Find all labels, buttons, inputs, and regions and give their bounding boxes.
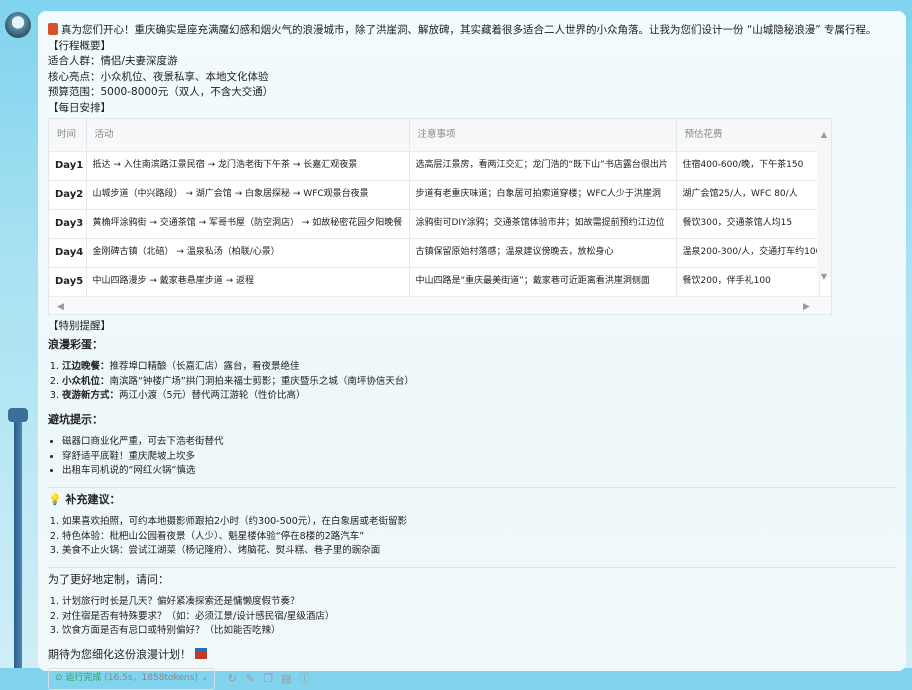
list-item: 江边晚餐：推荐埠口精酿（长嘉汇店）露台，看夜景绝佳 (62, 360, 896, 375)
intro-sentence: 真为您们开心！重庆确实是座充满魔幻感和烟火气的浪漫城市，除了洪崖洞、解放碑，其实… (61, 24, 877, 36)
lantern-emoji-icon (48, 23, 58, 35)
item-text: 推荐埠口精酿（长嘉汇店）露台，看夜景绝佳 (109, 361, 300, 372)
table-row: Day3 黄桷坪涂鸦街 → 交通茶馆 → 军哥书屋（防空洞店） → 如故秘密花园夕… (49, 208, 820, 238)
time-cell: Day1 (49, 150, 87, 180)
cost-cell: 湖广会馆25/人，WFC 80/人 (676, 179, 820, 209)
vertical-scrollbar[interactable]: ▲ ▼ (817, 119, 831, 281)
divider (48, 566, 896, 568)
list-item: 计划旅行时长是几天？偏好紧凑探索还是慵懒度假节奏？ (62, 595, 896, 610)
activity-cell: 山城步道（中兴路段） → 湖广会馆 → 白象居探秘 → WFC观景台夜景 (86, 179, 410, 209)
document-icon[interactable]: ▤ (279, 671, 293, 687)
romance-title: 浪漫彩蛋： (48, 337, 103, 351)
closing-text: 期待为您细化这份浪漫计划！ (48, 647, 896, 663)
list-item: 穿舒适平底鞋！重庆爬坡上坎多 (62, 450, 896, 465)
avoid-title: 避坑提示： (48, 412, 103, 426)
questions-title: 为了更好地定制，请问： (48, 572, 169, 586)
lamppost-decoration (8, 408, 28, 668)
column-header: 注意事项 (409, 119, 677, 151)
assistant-avatar (5, 12, 31, 38)
list-item: 出租车司机说的“网红火锅”慎选 (62, 464, 896, 479)
activity-cell: 黄桷坪涂鸦街 → 交通茶馆 → 军哥书屋（防空洞店） → 如故秘密花园夕阳晚餐 (86, 208, 410, 238)
cost-cell: 温泉200-300/人，交通打车约100 (676, 237, 820, 267)
divider (48, 486, 896, 488)
table-row: Day4 金刚碑古镇（北碚） → 温泉私汤（柏联/心景） 古镇保留原始村落感；温泉建… (49, 237, 820, 267)
gift-emoji-icon (194, 647, 207, 659)
scroll-right-icon[interactable]: ▶ (803, 300, 810, 316)
column-header: 预估花费 (676, 119, 820, 151)
list-item: 对住宿是否有特殊要求？（如：必须江景/设计感民宿/星级酒店） (62, 610, 896, 625)
item-label: 小众机位： (62, 375, 110, 387)
list-item: 饮食方面是否有忌口或特别偏好？（比如能否吃辣） (62, 624, 896, 639)
time-cell: Day3 (49, 208, 87, 238)
status-label: 运行完成 (65, 673, 102, 683)
regenerate-icon[interactable]: ↻ (225, 671, 239, 687)
activity-cell: 中山四路漫步 → 戴家巷悬崖步道 → 返程 (86, 266, 410, 296)
table-row: Day5 中山四路漫步 → 戴家巷悬崖步道 → 返程 中山四路是“重庆最美街道”；戴… (49, 266, 820, 296)
list-item: 小众机位：南滨路“钟楼广场”拱门洞拍来福士剪影；重庆暨乐之城（南坪协信天台） (62, 375, 896, 390)
notes-cell: 古镇保留原始村落感；温泉建议傍晚去，放松身心 (409, 237, 677, 267)
notes-cell: 涂鸦街可DIY涂鸦；交通茶馆体验市井；如故需提前预约江边位 (409, 208, 677, 238)
extra-title: 💡 补充建议： (48, 492, 896, 508)
overview-audience: 适合人群：情侣/夫妻深度游 (48, 55, 178, 67)
time-cell: Day4 (49, 237, 87, 267)
overview-heading: 【行程概要】 (48, 39, 111, 52)
item-text: 南滨路“钟楼广场”拱门洞拍来福士剪影；重庆暨乐之城（南坪协信天台） (109, 375, 414, 387)
scroll-down-icon[interactable]: ▼ (817, 269, 831, 285)
closing-sentence: 期待为您细化这份浪漫计划！ (48, 647, 191, 661)
extra-list: 如果喜欢拍照，可约本地摄影师跟拍2小时（约300-500元），在白象居或老街留影… (62, 515, 896, 559)
overview-highlights: 核心亮点：小众机位、夜景私享、本地文化体验 (48, 70, 269, 83)
romance-list: 江边晚餐：推荐埠口精酿（长嘉汇店）露台，看夜景绝佳小众机位：南滨路“钟楼广场”拱… (62, 360, 896, 404)
questions-list: 计划旅行时长是几天？偏好紧凑探索还是慵懒度假节奏？对住宿是否有特殊要求？（如：必… (62, 595, 896, 639)
cost-cell: 餐饮200，伴手礼100 (676, 266, 820, 296)
list-item: 美食不止火锅：尝试江湖菜（杨记隆府）、烤脑花、熨斗糕、巷子里的豌杂面 (62, 544, 896, 559)
time-cell: Day5 (49, 266, 87, 296)
time-cell: Day2 (49, 179, 87, 209)
activity-cell: 抵达 → 入住南滨路江景民宿 → 龙门浩老街下午茶 → 长嘉汇观夜景 (86, 150, 410, 180)
status-detail: (16.5s，1858tokens) (104, 673, 198, 683)
cost-cell: 餐饮300，交通茶馆人均15 (676, 208, 820, 238)
overview-budget: 预算范围：5000-8000元（双人，不含大交通） (48, 86, 274, 98)
daily-heading: 【每日安排】 (48, 101, 111, 114)
item-label: 夜游新方式： (62, 390, 120, 401)
assistant-message: 真为您们开心！重庆确实是座充满魔幻感和烟火气的浪漫城市，除了洪崖洞、解放碑，其实… (38, 11, 906, 690)
item-text: 两江小渡（5元）替代两江游轮（性价比高） (119, 390, 306, 401)
extra-title-text: 补充建议： (65, 492, 121, 506)
table-header-row: 时间 活动 注意事项 预估花费 (49, 119, 820, 151)
check-circle-icon: ⊙ (55, 673, 63, 683)
column-header: 时间 (49, 119, 87, 151)
column-header: 活动 (86, 119, 410, 151)
info-icon[interactable]: ⓘ (297, 671, 311, 687)
list-item: 磁器口商业化严重，可去下浩老街替代 (62, 435, 896, 450)
activity-cell: 金刚碑古镇（北碚） → 温泉私汤（柏联/心景） (86, 237, 410, 267)
itinerary-table[interactable]: 时间 活动 注意事项 预估花费 Day1 抵达 → 入住南滨路江景民宿 → 龙门浩… (48, 118, 832, 315)
cost-cell: 住宿400-600/晚，下午茶150 (676, 150, 820, 180)
list-item: 夜游新方式：两江小渡（5元）替代两江游轮（性价比高） (62, 389, 896, 404)
item-label: 江边晚餐： (62, 361, 110, 372)
list-item: 如果喜欢拍照，可约本地摄影师跟拍2小时（约300-500元），在白象居或老街留影 (62, 515, 896, 530)
message-footer: ⊙ 运行完成 (16.5s，1858tokens) ⌄ ↻ ✎ ❐ ▤ ⓘ (48, 668, 896, 690)
notes-cell: 步道有老重庆味道；白象居可拍索道穿楼；WFC人少于洪崖洞 (409, 179, 677, 209)
horizontal-scrollbar[interactable]: ◀ ▶ (49, 296, 831, 314)
notes-cell: 中山四路是“重庆最美街道”；戴家巷可近距离看洪崖洞侧面 (409, 266, 677, 296)
status-badge[interactable]: ⊙ 运行完成 (16.5s，1858tokens) ⌄ (48, 668, 216, 690)
copy-icon[interactable]: ❐ (261, 671, 275, 687)
tips-heading: 【特别提醒】 (48, 320, 111, 332)
list-item: 特色体验：枇杷山公园看夜景（人少）、魁星楼体验“停在8楼的2路汽车” (62, 530, 896, 545)
avoid-list: 磁器口商业化严重，可去下浩老街替代穿舒适平底鞋！重庆爬坡上坎多出租车司机说的“网… (62, 435, 896, 479)
intro-text: 真为您们开心！重庆确实是座充满魔幻感和烟火气的浪漫城市，除了洪崖洞、解放碑，其实… (48, 23, 896, 39)
table-row: Day2 山城步道（中兴路段） → 湖广会馆 → 白象居探秘 → WFC观景台夜景… (49, 179, 820, 209)
edit-icon[interactable]: ✎ (243, 671, 257, 687)
lightbulb-icon: 💡 (48, 492, 62, 506)
table-row: Day1 抵达 → 入住南滨路江景民宿 → 龙门浩老街下午茶 → 长嘉汇观夜景 选高… (49, 150, 820, 180)
notes-cell: 选高层江景房，看两江交汇；龙门浩的“既下山”书店露台很出片 (409, 150, 677, 180)
scroll-up-icon[interactable]: ▲ (817, 127, 831, 143)
chevron-down-icon: ⌄ (200, 673, 209, 683)
scroll-left-icon[interactable]: ◀ (57, 300, 64, 316)
